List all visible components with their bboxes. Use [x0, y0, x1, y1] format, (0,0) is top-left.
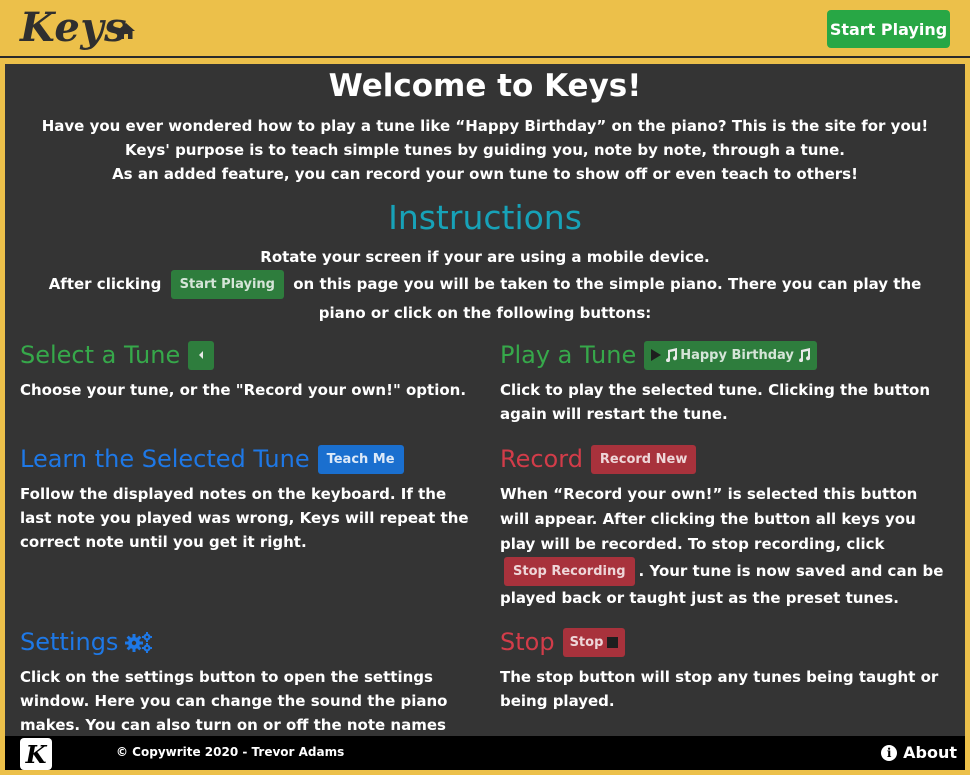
section-stop: Stop Stop The stop button will stop any …	[500, 625, 950, 713]
bottom-border	[0, 770, 970, 775]
stop-body: The stop button will stop any tunes bein…	[500, 668, 939, 710]
play-tune-body: Click to play the selected tune. Clickin…	[500, 381, 931, 423]
stop-title: Stop	[500, 628, 555, 656]
page-title: Welcome to Keys!	[328, 68, 642, 104]
stop-recording-sample-button: Stop Recording	[504, 557, 635, 586]
music-note-icon	[798, 348, 810, 362]
stop-sample-button: Stop	[562, 627, 626, 657]
teach-me-sample-button: Teach Me	[317, 444, 404, 474]
copyright-text: © Copywrite 2020 - Trevor Adams	[116, 745, 345, 759]
navbar: Keys Start Playing	[0, 0, 970, 58]
about-link[interactable]: i About	[881, 743, 957, 762]
section-title: Select a Tune	[20, 338, 470, 372]
intro-line: Have you ever wondered how to play a tun…	[41, 117, 929, 135]
instructions-title: Instructions	[388, 198, 582, 237]
about-label: About	[903, 743, 957, 762]
intro-line: As an added feature, you can record your…	[112, 165, 858, 183]
stop-button-label: Stop	[569, 634, 604, 650]
section-title: Play a Tune Happy Birthday	[500, 338, 950, 372]
section-title: Stop Stop	[500, 625, 950, 659]
settings-title: Settings	[20, 628, 119, 656]
learn-tune-title: Learn the Selected Tune	[20, 445, 310, 473]
footer-logo[interactable]: K	[20, 738, 52, 770]
record-body: When “Record your own!” is selected this…	[500, 482, 950, 611]
settings-body: Click on the settings button to open the…	[20, 668, 448, 734]
section-settings: Settings Click on the settings button to…	[20, 625, 470, 736]
stop-square-icon	[607, 636, 619, 648]
intro-line: Keys' purpose is to teach simple tunes b…	[125, 141, 845, 159]
record-body-prefix: When “Record your own!” is selected this…	[500, 485, 918, 553]
learn-tune-body: Follow the displayed notes on the keyboa…	[20, 485, 469, 551]
select-tune-sample-button	[188, 340, 215, 370]
record-title: Record	[500, 445, 583, 473]
select-tune-title: Select a Tune	[20, 341, 181, 369]
section-learn-tune: Learn the Selected Tune Teach Me Follow …	[20, 442, 470, 554]
section-select-tune: Select a Tune Choose your tune, or the "…	[20, 338, 470, 402]
play-tune-title: Play a Tune	[500, 341, 637, 369]
record-new-sample-button: Record New	[590, 444, 697, 474]
brand-logo[interactable]: Keys	[20, 4, 127, 51]
footer: K © Copywrite 2020 - Trevor Adams i Abou…	[5, 736, 965, 770]
intro-text: Have you ever wondered how to play a tun…	[5, 114, 965, 186]
section-title: Record Record New	[500, 442, 950, 476]
section-title: Learn the Selected Tune Teach Me	[20, 442, 470, 476]
music-note-icon	[666, 348, 678, 362]
select-tune-body: Choose your tune, or the "Record your ow…	[20, 381, 467, 399]
section-title: Settings	[20, 625, 470, 659]
play-tune-sample-button: Happy Birthday	[644, 340, 817, 370]
info-icon: i	[881, 744, 898, 761]
after-suffix: on this page you will be taken to the si…	[293, 275, 922, 322]
section-play-tune: Play a Tune Happy Birthday Click to play…	[500, 338, 950, 426]
main-panel: Welcome to Keys! Have you ever wondered …	[5, 64, 965, 736]
rotate-note: Rotate your screen if your are using a m…	[260, 248, 710, 266]
play-tune-button-label: Happy Birthday	[680, 347, 794, 363]
gears-icon	[125, 632, 153, 653]
after-prefix: After clicking	[48, 275, 162, 293]
start-playing-button[interactable]: Start Playing	[827, 10, 950, 48]
after-clicking-text: After clicking Start Playing on this pag…	[25, 270, 945, 328]
home-icon[interactable]	[116, 22, 136, 40]
start-playing-sample-button: Start Playing	[170, 270, 284, 299]
caret-left-icon	[199, 351, 204, 359]
play-icon	[651, 349, 662, 361]
section-record: Record Record New When “Record your own!…	[500, 442, 950, 611]
